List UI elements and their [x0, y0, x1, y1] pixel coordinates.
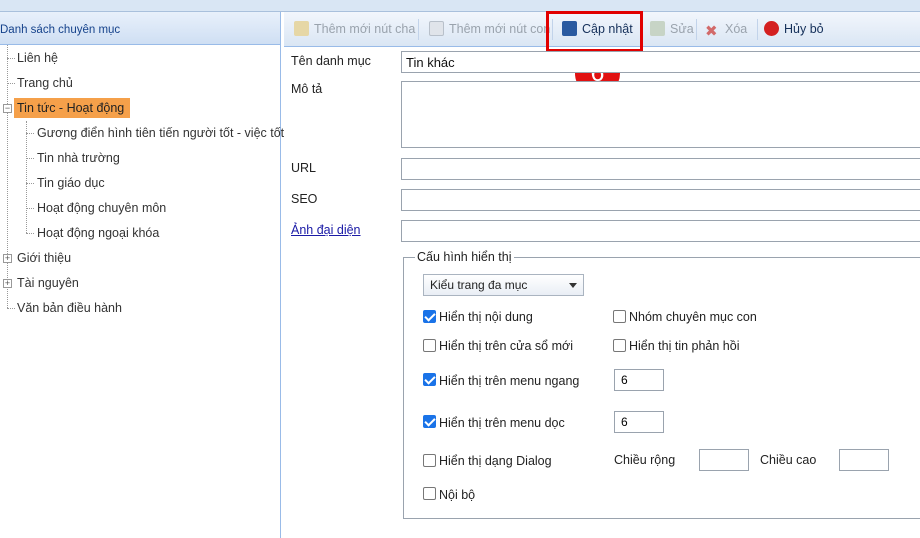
tree-item-van-ban-dieu-hanh[interactable]: Văn bản điều hành — [17, 298, 122, 318]
sub-group-checkbox[interactable] — [613, 310, 626, 323]
tree-connector — [26, 121, 27, 233]
name-label: Tên danh mục — [291, 54, 371, 68]
cancel-button[interactable]: Hủy bỏ — [764, 12, 824, 47]
tree-item-gioi-thieu[interactable]: Giới thiệu — [17, 248, 71, 268]
expand-icon[interactable]: + — [3, 254, 12, 263]
tree-item-hoat-dong-chuyen-mon[interactable]: Hoạt động chuyên môn — [37, 198, 166, 218]
vertical-menu-checkbox[interactable] — [423, 415, 436, 428]
category-tree-panel: Danh sách chuyên mục − + + Liên hệ Trang… — [0, 12, 284, 538]
internal-label: Nội bộ — [439, 488, 476, 502]
tree-connector — [7, 83, 15, 84]
tree-item-guong-dien-hinh[interactable]: Gương điển hình tiên tiến người tốt - vi… — [37, 123, 284, 143]
new-window-label: Hiển thị trên cửa sổ mới — [439, 339, 573, 353]
tree-item-hoat-dong-ngoai-khoa[interactable]: Hoạt động ngoại khóa — [37, 223, 159, 243]
description-textarea[interactable] — [401, 81, 920, 148]
sub-group-label: Nhóm chuyên mục con — [629, 310, 757, 324]
edit-icon — [650, 21, 665, 36]
toolbar-separator — [696, 19, 697, 40]
toolbar-separator — [757, 19, 758, 40]
add-parent-button[interactable]: Thêm mới nút cha — [294, 12, 415, 47]
seo-label: SEO — [291, 192, 318, 206]
chevron-down-icon — [569, 283, 577, 288]
tree-connector — [7, 308, 15, 309]
description-label: Mô tả — [291, 82, 323, 96]
vertical-menu-label: Hiển thị trên menu dọc — [439, 416, 565, 430]
internal-checkbox[interactable] — [423, 487, 436, 500]
delete-button[interactable]: ✖ Xóa — [705, 12, 747, 47]
horizontal-menu-label: Hiển thị trên menu ngang — [439, 374, 580, 388]
image-input[interactable] — [401, 220, 920, 242]
height-label: Chiều cao — [760, 453, 817, 467]
folder-icon — [294, 21, 309, 36]
highlight-box — [546, 11, 643, 52]
category-tree: − + + Liên hệ Trang chủ Tin tức - Hoạt đ… — [0, 45, 284, 315]
tree-item-lien-he[interactable]: Liên hệ — [17, 48, 58, 68]
horizontal-menu-order-input[interactable] — [614, 369, 664, 391]
width-label: Chiều rộng — [614, 453, 676, 467]
url-label: URL — [291, 161, 317, 175]
edit-button[interactable]: Sửa — [650, 12, 694, 47]
tree-item-tin-giao-duc[interactable]: Tin giáo dục — [37, 173, 105, 193]
height-input[interactable] — [839, 449, 889, 471]
tree-item-tin-tuc-selected[interactable]: Tin tức - Hoạt động — [14, 98, 131, 118]
delete-icon: ✖ — [705, 23, 718, 40]
show-feedback-checkbox[interactable] — [613, 339, 626, 352]
horizontal-menu-checkbox[interactable] — [423, 373, 436, 386]
tree-panel-title: Danh sách chuyên mục — [0, 12, 280, 45]
width-input[interactable] — [699, 449, 749, 471]
add-child-button[interactable]: Thêm mới nút con — [429, 12, 550, 47]
add-parent-label: Thêm mới nút cha — [314, 22, 416, 36]
delete-label: Xóa — [725, 22, 748, 36]
add-child-label: Thêm mới nút con — [449, 22, 551, 36]
top-strip — [0, 0, 920, 12]
dialog-label: Hiển thị dạng Dialog — [439, 454, 552, 468]
edit-label: Sửa — [670, 22, 694, 36]
tree-item-tin-nha-truong[interactable]: Tin nhà trường — [37, 148, 120, 168]
seo-input[interactable] — [401, 189, 920, 211]
show-content-checkbox[interactable] — [423, 310, 436, 323]
show-feedback-label: Hiển thị tin phản hồi — [629, 339, 740, 353]
vertical-menu-order-input[interactable] — [614, 411, 664, 433]
display-config-legend: Cấu hình hiển thị — [415, 250, 514, 264]
image-link[interactable]: Ảnh đại diện — [291, 223, 361, 237]
name-input[interactable] — [401, 51, 920, 73]
cancel-label: Hủy bỏ — [784, 22, 824, 36]
stop-icon — [764, 21, 779, 36]
tree-connector — [26, 183, 34, 184]
tree-connector — [26, 233, 34, 234]
new-window-checkbox[interactable] — [423, 339, 436, 352]
tree-connector — [26, 158, 34, 159]
tree-connector — [7, 58, 15, 59]
page-type-dropdown[interactable]: Kiểu trang đa mục — [423, 274, 584, 296]
tree-connector — [7, 45, 8, 308]
collapse-icon[interactable]: − — [3, 104, 12, 113]
toolbar-separator — [418, 19, 419, 40]
page-icon — [429, 21, 444, 36]
tree-item-tai-nguyen[interactable]: Tài nguyên — [17, 273, 79, 293]
show-content-label: Hiển thị nội dung — [439, 310, 533, 324]
page-type-value: Kiểu trang đa mục — [430, 278, 528, 292]
tree-connector — [26, 133, 34, 134]
expand-icon[interactable]: + — [3, 279, 12, 288]
url-input[interactable] — [401, 158, 920, 180]
tree-item-trang-chu[interactable]: Trang chủ — [17, 73, 73, 93]
tree-connector — [26, 208, 34, 209]
dialog-checkbox[interactable] — [423, 454, 436, 467]
